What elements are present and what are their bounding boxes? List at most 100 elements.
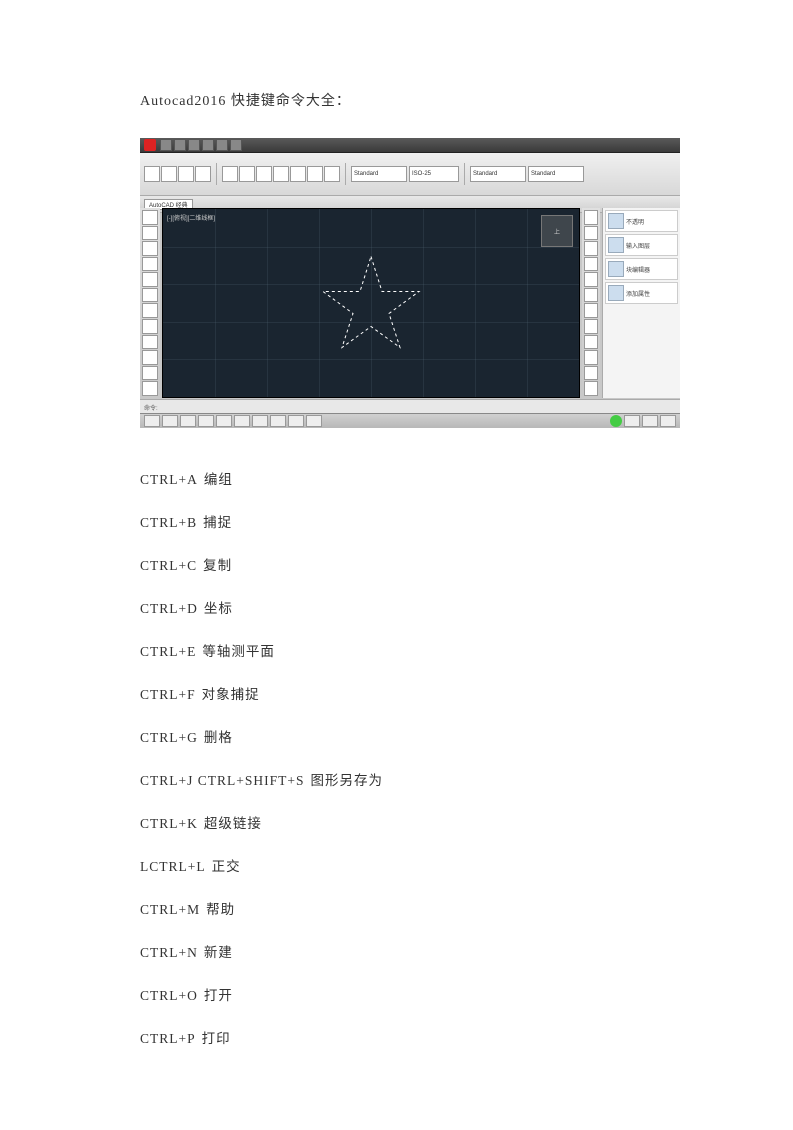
window-titlebar: [140, 138, 680, 153]
palette-item[interactable]: 不透明: [605, 210, 678, 232]
tool-btn[interactable]: [584, 319, 598, 334]
qat-btn[interactable]: [160, 139, 172, 151]
tool-btn[interactable]: [584, 241, 598, 256]
qat-btn[interactable]: [230, 139, 242, 151]
tool-btn[interactable]: [142, 210, 158, 225]
right-toolbar: [582, 208, 600, 398]
shortcut-row: CTRL+D坐标: [140, 597, 673, 617]
tool-btn[interactable]: [142, 366, 158, 381]
status-btn[interactable]: [234, 415, 250, 427]
shortcut-key: CTRL+C: [140, 558, 197, 573]
shortcut-row: CTRL+G删格: [140, 726, 673, 746]
status-btn[interactable]: [270, 415, 286, 427]
tool-btn[interactable]: [584, 272, 598, 287]
tool-btn[interactable]: [584, 381, 598, 396]
shortcut-desc: 超级链接: [204, 816, 262, 831]
shortcut-desc: 打印: [202, 1031, 231, 1046]
ribbon-btn[interactable]: [222, 166, 238, 182]
shortcut-key: CTRL+B: [140, 515, 197, 530]
ribbon-btn[interactable]: [178, 166, 194, 182]
viewcube[interactable]: 上: [541, 215, 573, 247]
left-toolbar: [140, 208, 160, 398]
ribbon-combo[interactable]: ISO-25: [409, 166, 459, 182]
shortcut-row: CTRL+J CTRL+SHIFT+S图形另存为: [140, 769, 673, 789]
status-btn[interactable]: [288, 415, 304, 427]
tool-btn[interactable]: [142, 272, 158, 287]
shortcut-desc: 编组: [204, 472, 233, 487]
ribbon-btn[interactable]: [239, 166, 255, 182]
ribbon-btn[interactable]: [161, 166, 177, 182]
ribbon-btn[interactable]: [256, 166, 272, 182]
palette-icon: [608, 261, 624, 277]
qat-btn[interactable]: [216, 139, 228, 151]
palette-label: 添加属性: [626, 289, 650, 298]
ribbon-combo[interactable]: Standard: [351, 166, 407, 182]
ribbon-btn[interactable]: [307, 166, 323, 182]
ribbon-combo[interactable]: Standard: [470, 166, 526, 182]
tool-palette: 不透明 输入图层 块编辑器 添加属性: [602, 208, 680, 398]
tool-btn[interactable]: [142, 350, 158, 365]
ribbon-btn[interactable]: [195, 166, 211, 182]
palette-label: 不透明: [626, 217, 644, 226]
palette-icon: [608, 285, 624, 301]
shortcut-row: CTRL+N 新建: [140, 941, 673, 961]
status-btn[interactable]: [660, 415, 676, 427]
tool-btn[interactable]: [584, 288, 598, 303]
shortcut-key: CTRL+K: [140, 816, 198, 831]
shortcut-desc: 图形另存为: [311, 773, 384, 788]
tool-btn[interactable]: [142, 319, 158, 334]
tool-btn[interactable]: [584, 257, 598, 272]
tool-btn[interactable]: [142, 288, 158, 303]
palette-item[interactable]: 输入图层: [605, 234, 678, 256]
ribbon-combo[interactable]: Standard: [528, 166, 584, 182]
tool-btn[interactable]: [142, 257, 158, 272]
shortcut-key: CTRL+N: [140, 945, 198, 960]
palette-item[interactable]: 块编辑器: [605, 258, 678, 280]
shortcut-key: LCTRL+L: [140, 859, 206, 874]
ribbon-btn[interactable]: [273, 166, 289, 182]
status-btn[interactable]: [624, 415, 640, 427]
shortcut-desc: 复制: [203, 558, 232, 573]
palette-item[interactable]: 添加属性: [605, 282, 678, 304]
qat-btn[interactable]: [202, 139, 214, 151]
tool-btn[interactable]: [142, 241, 158, 256]
status-btn[interactable]: [162, 415, 178, 427]
tool-btn[interactable]: [584, 303, 598, 318]
tool-btn[interactable]: [142, 335, 158, 350]
app-logo-icon: [144, 139, 156, 151]
palette-icon: [608, 213, 624, 229]
shortcut-desc: 正交: [212, 859, 241, 874]
tool-btn[interactable]: [584, 210, 598, 225]
tool-btn[interactable]: [142, 303, 158, 318]
qat-btn[interactable]: [174, 139, 186, 151]
status-btn[interactable]: [252, 415, 268, 427]
shortcut-row: CTRL+B捕捉: [140, 511, 673, 531]
ribbon-btn[interactable]: [290, 166, 306, 182]
tool-btn[interactable]: [584, 335, 598, 350]
shortcut-row: CTRL+K 超级链接: [140, 812, 673, 832]
ribbon-btn[interactable]: [324, 166, 340, 182]
status-btn[interactable]: [306, 415, 322, 427]
tool-btn[interactable]: [584, 226, 598, 241]
status-btn[interactable]: [642, 415, 658, 427]
tool-btn[interactable]: [142, 226, 158, 241]
command-line[interactable]: 命令:: [140, 399, 680, 414]
qat-btn[interactable]: [188, 139, 200, 151]
status-btn[interactable]: [180, 415, 196, 427]
drawing-canvas[interactable]: [-][俯视][二维线框] 上: [162, 208, 580, 398]
status-btn[interactable]: [216, 415, 232, 427]
tool-btn[interactable]: [584, 366, 598, 381]
ribbon-btn[interactable]: [144, 166, 160, 182]
status-indicator-icon: [610, 415, 622, 427]
tool-btn[interactable]: [584, 350, 598, 365]
shortcut-key: CTRL+D: [140, 601, 198, 616]
shortcut-key: CTRL+M: [140, 902, 200, 917]
status-btn[interactable]: [144, 415, 160, 427]
tool-btn[interactable]: [142, 381, 158, 396]
shortcut-desc: 新建: [204, 945, 233, 960]
status-btn[interactable]: [198, 415, 214, 427]
shortcut-list: CTRL+A编组CTRL+B捕捉CTRL+C复制CTRL+D坐标CTRL+E等轴…: [140, 468, 673, 1047]
shortcut-key: CTRL+E: [140, 644, 196, 659]
autocad-screenshot: Standard ISO-25 Standard Standard AutoCA…: [140, 138, 680, 428]
shortcut-row: CTRL+E等轴测平面: [140, 640, 673, 660]
